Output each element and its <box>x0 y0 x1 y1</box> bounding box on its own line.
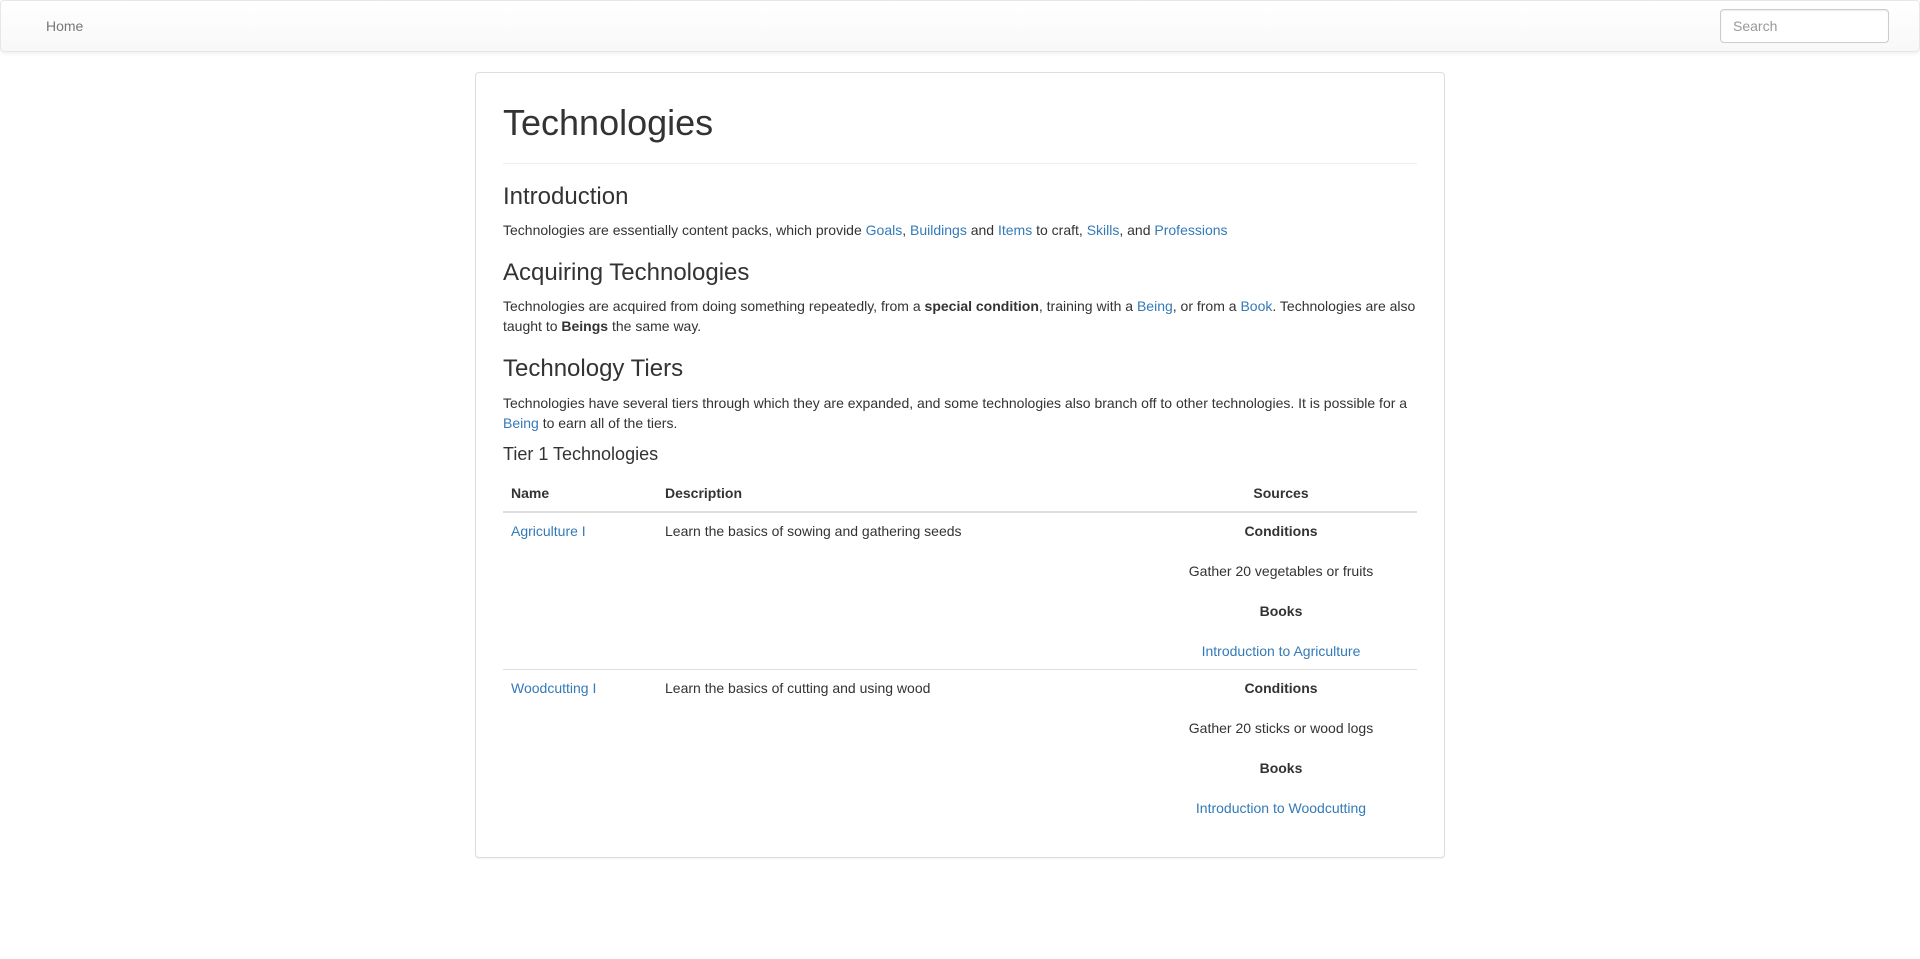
technology-name-cell: Agriculture I <box>503 512 657 670</box>
technology-link[interactable]: Woodcutting I <box>511 680 596 696</box>
technology-sources: Conditions Gather 20 sticks or wood logs… <box>1145 668 1417 826</box>
books-label: Books <box>1259 602 1303 619</box>
table-header-row: Name Description Sources <box>503 474 1417 513</box>
special-condition-text: special condition <box>924 298 1039 315</box>
books-label: Books <box>1259 759 1303 776</box>
goals-link[interactable]: Goals <box>866 222 903 238</box>
acquiring-text: , or from a <box>1172 298 1241 315</box>
intro-text: , and <box>1119 221 1155 238</box>
technology-description: Learn the basics of cutting and using wo… <box>657 668 1145 826</box>
beings-bold-text: Beings <box>561 318 609 335</box>
nav-home-link[interactable]: Home <box>46 16 83 36</box>
page-title: Technologies <box>503 103 1417 164</box>
intro-text: Technologies are essentially content pac… <box>503 221 866 238</box>
acquiring-paragraph: Technologies are acquired from doing som… <box>503 296 1417 336</box>
tier1-table: Name Description Sources Agriculture I L… <box>503 474 1417 826</box>
technology-link[interactable]: Agriculture I <box>511 523 586 539</box>
acquiring-text: the same way. <box>608 318 702 335</box>
technology-description: Learn the basics of sowing and gathering… <box>665 522 962 539</box>
introduction-heading: Introduction <box>503 182 629 210</box>
acquiring-text: Technologies are acquired from doing som… <box>503 298 925 315</box>
condition-text: Gather 20 vegetables or fruits <box>1188 562 1374 579</box>
intro-text: and <box>966 221 998 238</box>
introduction-paragraph: Technologies are essentially content pac… <box>503 220 1417 240</box>
column-header-sources: Sources <box>1145 474 1417 513</box>
tiers-paragraph: Technologies have several tiers through … <box>503 393 1417 433</box>
condition-text: Gather 20 sticks or wood logs <box>1188 719 1374 736</box>
column-header-description: Description <box>657 474 1145 513</box>
tiers-text: to earn all of the tiers. <box>538 414 678 431</box>
technology-name-cell: Woodcutting I <box>503 668 657 826</box>
intro-text: , <box>902 221 911 238</box>
being-link[interactable]: Being <box>1137 298 1173 314</box>
professions-link[interactable]: Professions <box>1154 222 1227 238</box>
content-panel: Technologies Introduction Technologies a… <box>475 72 1445 858</box>
buildings-link[interactable]: Buildings <box>910 222 967 238</box>
being-link[interactable]: Being <box>503 415 539 431</box>
book-link[interactable]: Book <box>1240 298 1272 314</box>
items-link[interactable]: Items <box>998 222 1032 238</box>
intro-text: to craft, <box>1032 221 1087 238</box>
acquiring-text: , training with a <box>1038 298 1137 315</box>
tiers-text: Technologies have several tiers through … <box>503 394 1408 411</box>
technology-sources: Conditions Gather 20 vegetables or fruit… <box>1145 512 1417 670</box>
top-navbar: Home <box>0 0 1920 52</box>
acquiring-heading: Acquiring Technologies <box>503 258 750 286</box>
search-input[interactable] <box>1720 9 1889 43</box>
book-source-link[interactable]: Introduction to Woodcutting <box>1196 800 1366 816</box>
conditions-label: Conditions <box>1244 679 1318 696</box>
tier1-heading: Tier 1 Technologies <box>503 443 659 464</box>
column-header-name: Name <box>503 474 657 513</box>
table-row: Woodcutting I Learn the basics of cuttin… <box>503 668 1417 826</box>
conditions-label: Conditions <box>1244 522 1318 539</box>
book-source-link[interactable]: Introduction to Agriculture <box>1202 643 1361 659</box>
skills-link[interactable]: Skills <box>1087 222 1120 238</box>
table-row: Agriculture I Learn the basics of sowing… <box>503 512 1417 670</box>
tiers-heading: Technology Tiers <box>503 355 684 383</box>
